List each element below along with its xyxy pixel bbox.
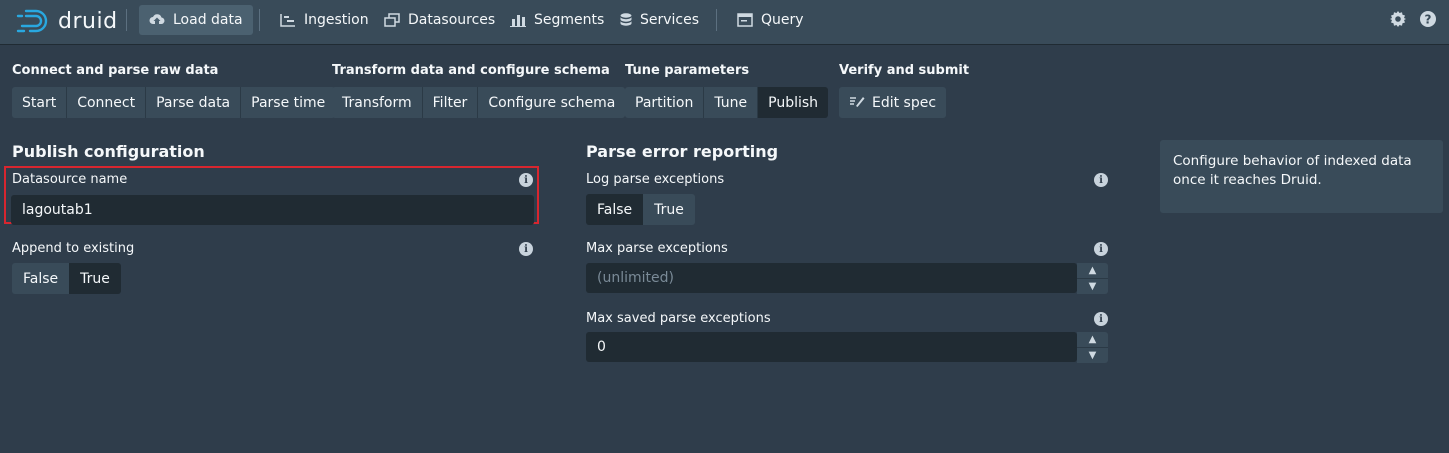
nav-divider [716, 9, 717, 31]
chevron-up-icon[interactable]: ▲ [1077, 332, 1108, 348]
nav-segments-label: Segments [534, 12, 605, 28]
step-group-title: Transform data and configure schema [332, 63, 610, 78]
multi-select-icon [384, 13, 400, 27]
step-partition-button[interactable]: Partition [625, 87, 705, 118]
nav-ingestion-label: Ingestion [304, 12, 369, 28]
info-icon[interactable]: i [1094, 173, 1108, 187]
datasource-name-input[interactable]: lagoutab1 [11, 195, 534, 225]
step-configure-schema-button[interactable]: Configure schema [478, 87, 626, 118]
max-saved-parse-exceptions-label: Max saved parse exceptions [586, 311, 771, 326]
step-start-button[interactable]: Start [12, 87, 68, 118]
log-false-option[interactable]: False [586, 194, 644, 225]
info-icon[interactable]: i [519, 173, 533, 187]
chevron-down-icon[interactable]: ▼ [1077, 279, 1108, 294]
step-group-transform: Transform Filter Configure schema [332, 87, 626, 118]
settings-gear-icon[interactable] [1389, 10, 1407, 33]
nav-services-label: Services [640, 12, 700, 28]
stacked-chart-icon [510, 13, 526, 27]
logo-text: druid [58, 8, 118, 34]
step-parse-data-button[interactable]: Parse data [146, 87, 242, 118]
info-callout: Configure behavior of indexed data once … [1160, 140, 1443, 213]
info-icon[interactable]: i [519, 242, 533, 256]
step-group-title: Tune parameters [625, 63, 750, 78]
nav-datasources-label: Datasources [408, 12, 496, 28]
nav-segments[interactable]: Segments [500, 5, 614, 35]
nav-load-data-label: Load data [173, 12, 243, 28]
max-parse-exceptions-input[interactable]: (unlimited) [586, 263, 1077, 293]
max-saved-parse-exceptions-input[interactable]: 0 [586, 332, 1077, 362]
nav-datasources[interactable]: Datasources [374, 5, 505, 35]
max-parse-exceptions-label: Max parse exceptions [586, 241, 728, 256]
top-navbar: druid Load data Ingestion Datasources Se… [0, 0, 1449, 45]
step-publish-button[interactable]: Publish [758, 87, 829, 118]
append-to-existing-toggle: False True [12, 263, 121, 294]
gantt-chart-icon [280, 13, 296, 27]
nav-services[interactable]: Services [610, 5, 709, 35]
nav-ingestion[interactable]: Ingestion [270, 5, 379, 35]
step-group-tune: Partition Tune Publish [625, 87, 829, 118]
cloud-upload-icon [149, 13, 165, 27]
step-group-connect: Start Connect Parse data Parse time [12, 87, 336, 118]
application-icon [737, 13, 753, 27]
svg-text:?: ? [1425, 13, 1432, 27]
step-group-title: Connect and parse raw data [12, 63, 219, 78]
append-true-option[interactable]: True [69, 263, 121, 294]
datasource-name-label: Datasource name [12, 172, 128, 187]
manually-entered-data-icon [849, 94, 865, 112]
step-filter-button[interactable]: Filter [422, 87, 479, 118]
edit-spec-label: Edit spec [872, 94, 937, 111]
parse-error-reporting-title: Parse error reporting [586, 142, 779, 161]
chevron-up-icon[interactable]: ▲ [1077, 263, 1108, 279]
log-parse-exceptions-label: Log parse exceptions [586, 172, 725, 187]
log-true-option[interactable]: True [643, 194, 695, 225]
nav-load-data[interactable]: Load data [139, 5, 253, 35]
druid-logo[interactable]: druid [16, 5, 118, 37]
append-false-option[interactable]: False [12, 263, 70, 294]
step-transform-button[interactable]: Transform [332, 87, 423, 118]
step-tune-button[interactable]: Tune [704, 87, 759, 118]
nav-divider [259, 9, 260, 31]
info-icon[interactable]: i [1094, 312, 1108, 326]
log-parse-exceptions-toggle: False True [586, 194, 695, 225]
publish-configuration-title: Publish configuration [12, 142, 205, 161]
database-icon [620, 12, 632, 28]
step-parse-time-button[interactable]: Parse time [241, 87, 336, 118]
druid-logo-icon [16, 9, 48, 33]
max-saved-parse-exceptions-stepper: ▲ ▼ [1077, 332, 1108, 363]
append-to-existing-label: Append to existing [12, 241, 135, 256]
help-icon[interactable]: ? [1419, 10, 1437, 33]
step-edit-spec-button[interactable]: Edit spec [839, 87, 947, 118]
info-icon[interactable]: i [1094, 242, 1108, 256]
nav-divider [126, 9, 127, 31]
nav-query-label: Query [761, 12, 804, 28]
step-group-title: Verify and submit [839, 63, 970, 78]
max-parse-exceptions-stepper: ▲ ▼ [1077, 263, 1108, 294]
nav-query[interactable]: Query [727, 5, 814, 35]
step-connect-button[interactable]: Connect [67, 87, 147, 118]
chevron-down-icon[interactable]: ▼ [1077, 348, 1108, 363]
